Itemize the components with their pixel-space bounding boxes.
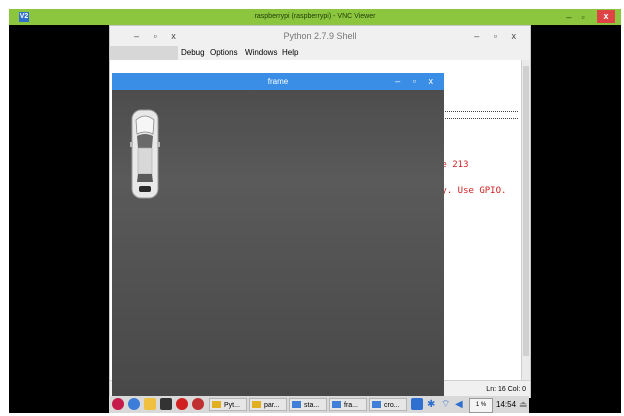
frame-window: frame – ▫ x: [112, 73, 444, 398]
terminal-icon[interactable]: [160, 398, 172, 410]
shell-output[interactable]: ne 213 ay. Use GPIO.: [436, 60, 520, 380]
shell-title: Python 2.7.9 Shell: [283, 31, 357, 41]
menu-help[interactable]: Help: [282, 46, 298, 60]
task-par[interactable]: par...: [249, 398, 287, 411]
frame-title: frame: [267, 77, 289, 86]
shell-window-controls[interactable]: – ▫ x: [474, 26, 522, 46]
vnc-app-icon: V2: [19, 12, 29, 22]
menu-windows[interactable]: Windows: [245, 46, 277, 60]
cpu-monitor: 1 %: [469, 398, 493, 413]
vnc-tray-icon[interactable]: [411, 398, 423, 410]
task-frame[interactable]: fra...: [329, 398, 367, 411]
volume-icon[interactable]: ◀: [455, 398, 463, 411]
wifi-icon[interactable]: ⌔: [441, 398, 450, 411]
remote-desktop: – ▫ x Python 2.7.9 Shell – ▫ x Debug Opt…: [9, 25, 621, 413]
bluetooth-icon[interactable]: ✱: [427, 398, 435, 411]
eject-icon[interactable]: ⏏: [519, 398, 528, 411]
clock[interactable]: 14:54: [496, 398, 516, 411]
shell-menubar: Debug Options Windows Help: [110, 46, 530, 60]
car-image: [130, 109, 160, 199]
output-line: ay. Use GPIO.: [436, 186, 507, 196]
menubar-shade: [110, 46, 178, 60]
scrollbar-thumb[interactable]: [523, 66, 529, 356]
vnc-close-button[interactable]: x: [597, 10, 615, 23]
taskbar: Pyt... par... sta... fra... cro... ✱ ⌔ ◀…: [109, 396, 529, 413]
browser-globe-icon[interactable]: [128, 398, 140, 410]
wolfram-icon[interactable]: [192, 398, 204, 410]
vnc-maximize-button[interactable]: ▫: [577, 11, 589, 23]
shell-titlebar[interactable]: – ▫ x Python 2.7.9 Shell – ▫ x: [110, 26, 530, 46]
file-manager-icon[interactable]: [144, 398, 156, 410]
camera-image: [112, 90, 444, 398]
frame-window-controls[interactable]: – ▫ x: [395, 73, 438, 90]
vnc-minimize-button[interactable]: –: [563, 11, 575, 23]
menu-debug[interactable]: Debug: [181, 46, 205, 60]
separator-line: [436, 111, 518, 119]
task-python-shell[interactable]: Pyt...: [209, 398, 247, 411]
vnc-titlebar: V2 raspberrypi (raspberrypi) - VNC Viewe…: [9, 9, 621, 25]
mathematica-icon[interactable]: [176, 398, 188, 410]
task-cro[interactable]: cro...: [369, 398, 407, 411]
shell-scrollbar[interactable]: [521, 60, 530, 380]
frame-titlebar[interactable]: frame – ▫ x: [112, 73, 444, 90]
shell-left-controls[interactable]: – ▫ x: [134, 26, 182, 46]
screen: V2 raspberrypi (raspberrypi) - VNC Viewe…: [9, 9, 621, 413]
menu-options[interactable]: Options: [210, 46, 238, 60]
vnc-title: raspberrypi (raspberrypi) - VNC Viewer: [254, 13, 376, 20]
raspberry-menu-icon[interactable]: [112, 398, 124, 410]
task-sta[interactable]: sta...: [289, 398, 327, 411]
